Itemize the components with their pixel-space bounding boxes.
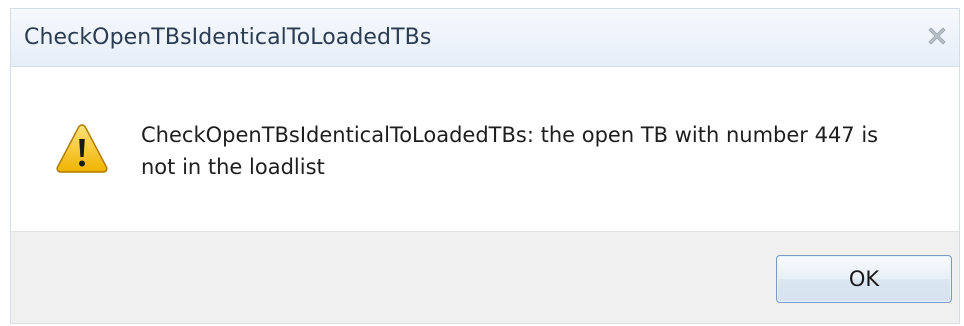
dialog-message: CheckOpenTBsIdenticalToLoadedTBs: the op…: [141, 119, 921, 183]
message-dialog: CheckOpenTBsIdenticalToLoadedTBs CheckOp…: [10, 8, 960, 324]
dialog-title: CheckOpenTBsIdenticalToLoadedTBs: [24, 25, 432, 50]
dialog-body: CheckOpenTBsIdenticalToLoadedTBs: the op…: [11, 67, 959, 231]
warning-icon: [55, 122, 109, 176]
message-line-1: CheckOpenTBsIdenticalToLoadedTBs: the op…: [141, 123, 879, 147]
title-bar[interactable]: CheckOpenTBsIdenticalToLoadedTBs: [11, 9, 959, 67]
ok-button[interactable]: OK: [776, 255, 952, 303]
close-icon[interactable]: [923, 22, 951, 50]
dialog-footer: OK: [11, 231, 959, 323]
message-line-2: not in the loadlist: [141, 155, 325, 179]
